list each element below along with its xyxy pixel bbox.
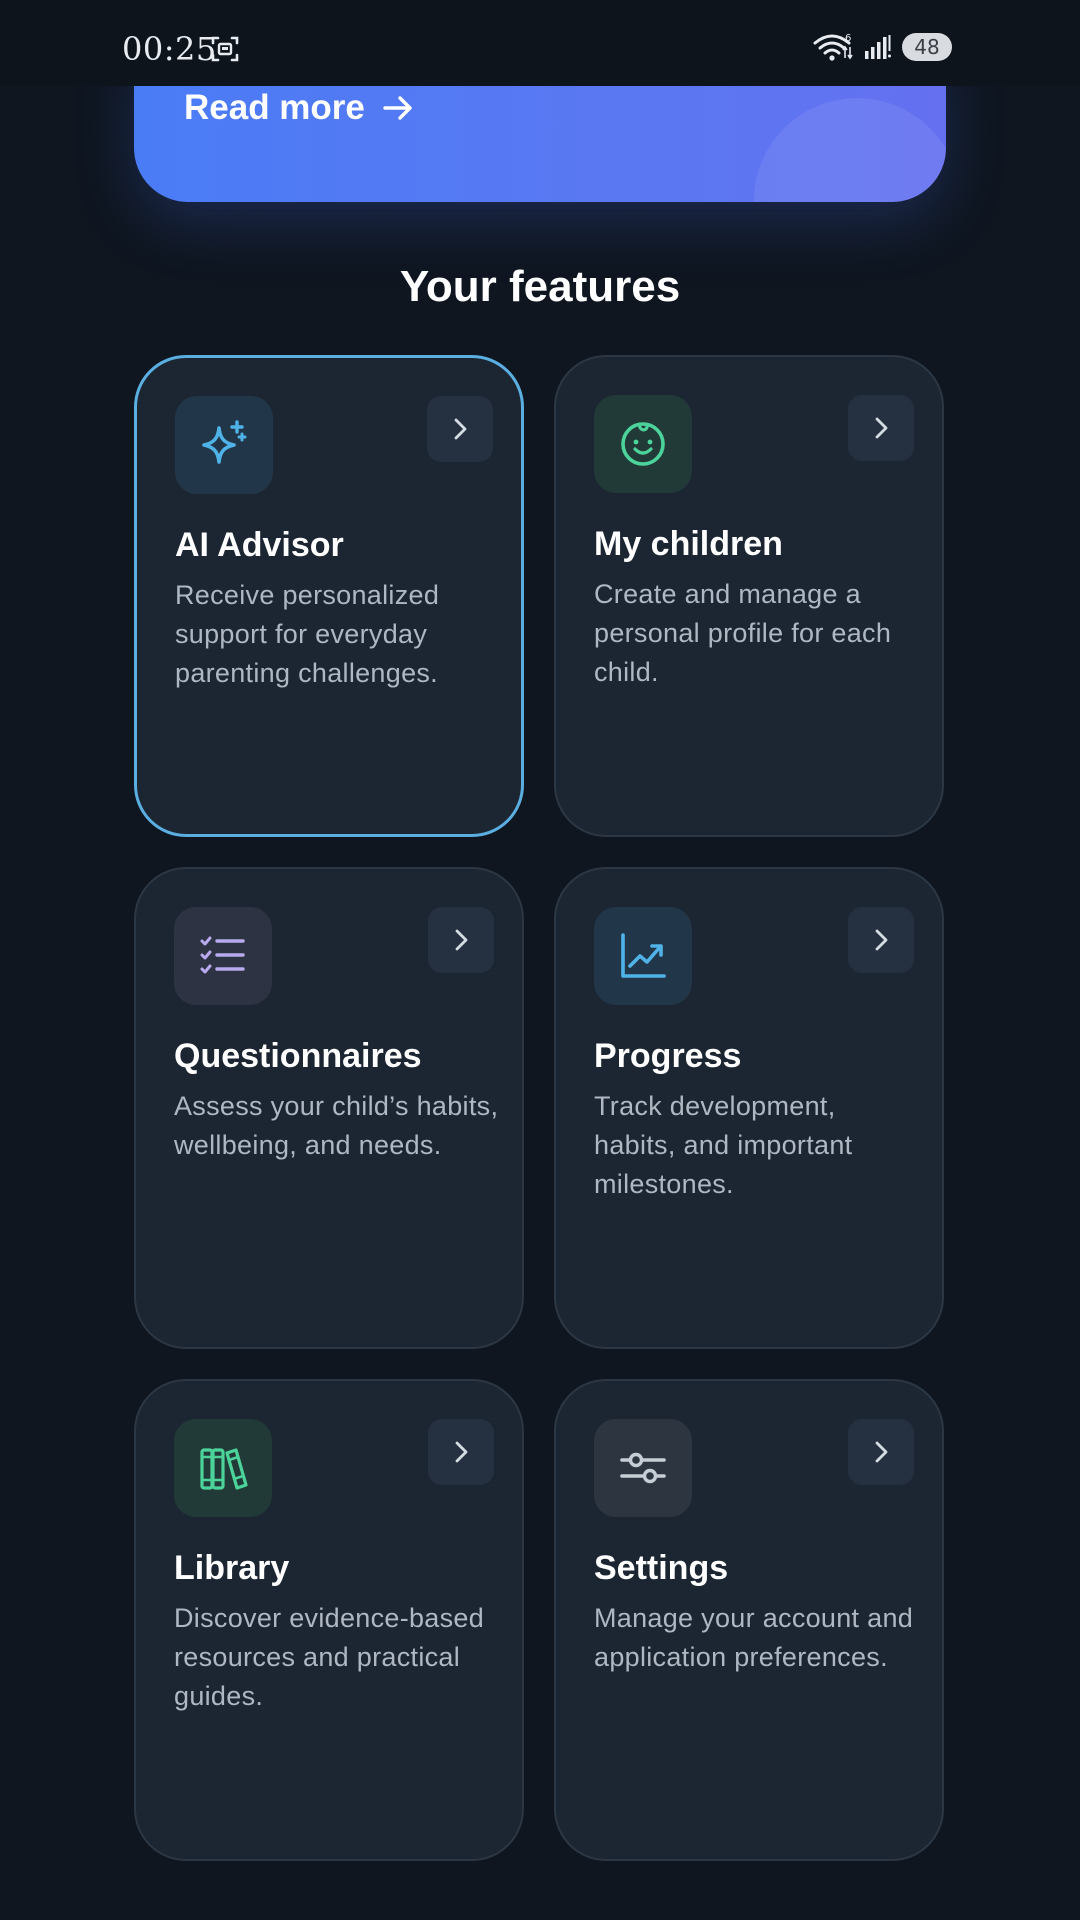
status-time: 00:25	[122, 30, 217, 68]
card-title: Progress	[594, 1037, 742, 1075]
screenshot-icon	[211, 36, 239, 62]
card-description: Discover evidence-based resources and pr…	[174, 1603, 485, 1711]
app-screen: 00:25 6 48 Read more Your features AI Ad…	[0, 0, 1080, 1920]
chevron-right-icon	[455, 929, 468, 951]
sliders-icon	[620, 1452, 666, 1484]
feature-card-progress[interactable]: Progress Track development, habits, and …	[554, 867, 944, 1349]
card-description: Receive personalized support for everyda…	[175, 580, 440, 688]
open-library-button[interactable]	[428, 1419, 494, 1485]
feature-card-questionnaires[interactable]: Questionnaires Assess your child’s habit…	[134, 867, 524, 1349]
card-title: My children	[594, 525, 783, 563]
open-progress-button[interactable]	[848, 907, 914, 973]
icon-tile	[594, 907, 692, 1005]
feature-card-library[interactable]: Library Discover evidence-based resource…	[134, 1379, 524, 1861]
open-ai-advisor-button[interactable]	[427, 396, 493, 462]
chevron-right-icon	[875, 1441, 888, 1463]
feature-card-my-children[interactable]: My children Create and manage a personal…	[554, 355, 944, 837]
card-title: Settings	[594, 1549, 729, 1587]
sparkles-icon	[202, 420, 247, 464]
card-title: AI Advisor	[175, 526, 344, 564]
chevron-right-icon	[454, 418, 467, 440]
icon-tile	[174, 1419, 272, 1517]
open-settings-button[interactable]	[848, 1419, 914, 1485]
hero-decoration	[754, 98, 946, 202]
books-icon	[200, 1448, 248, 1490]
chevron-right-icon	[455, 1441, 468, 1463]
card-description: Create and manage a personal profile for…	[594, 579, 892, 687]
icon-tile	[594, 395, 692, 493]
chart-trend-icon	[621, 933, 666, 978]
icon-tile	[175, 396, 273, 494]
read-more-link[interactable]: Read more	[184, 88, 415, 128]
feature-card-settings[interactable]: Settings Manage your account and applica…	[554, 1379, 944, 1861]
read-more-label: Read more	[184, 88, 365, 127]
checklist-icon	[200, 936, 245, 974]
card-title: Library	[174, 1549, 290, 1587]
open-questionnaires-button[interactable]	[428, 907, 494, 973]
arrow-right-icon	[383, 96, 412, 120]
card-description: Assess your child’s habits, wellbeing, a…	[174, 1091, 499, 1160]
signal-icon	[865, 35, 891, 59]
feature-card-ai-advisor[interactable]: AI Advisor Receive personalized support …	[134, 355, 524, 837]
open-my-children-button[interactable]	[848, 395, 914, 461]
card-description: Track development, habits, and important…	[594, 1091, 853, 1199]
wifi-icon: 6	[813, 33, 853, 61]
baby-face-icon	[621, 422, 665, 466]
battery-indicator: 48	[902, 33, 952, 61]
card-title: Questionnaires	[174, 1037, 422, 1075]
status-bar: 00:25 6 48	[0, 0, 1080, 86]
section-title: Your features	[399, 262, 681, 311]
status-icons: 6 48	[812, 32, 952, 62]
icon-tile	[594, 1419, 692, 1517]
chevron-right-icon	[875, 929, 888, 951]
card-description: Manage your account and application pref…	[594, 1603, 914, 1672]
svg-text:6: 6	[845, 33, 851, 44]
chevron-right-icon	[875, 417, 888, 439]
icon-tile	[174, 907, 272, 1005]
